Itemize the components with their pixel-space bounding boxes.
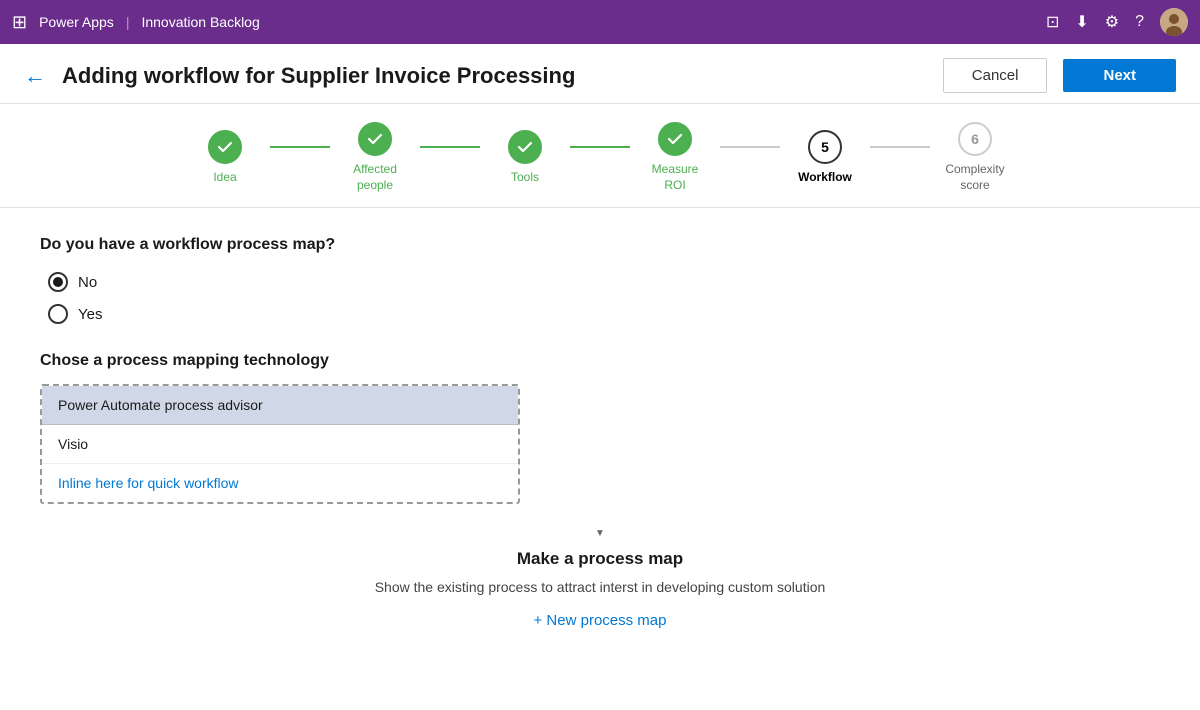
checkmark-icon-2 bbox=[367, 131, 383, 147]
checkmark-icon-4 bbox=[667, 131, 683, 147]
step-idea: Idea bbox=[180, 130, 270, 186]
settings-icon[interactable]: ⚙ bbox=[1105, 12, 1119, 32]
radio-label-no: No bbox=[78, 274, 97, 291]
step-label-idea: Idea bbox=[213, 170, 236, 186]
checkmark-icon-3 bbox=[517, 139, 533, 155]
connector-3 bbox=[570, 146, 630, 148]
step-circle-complexity: 6 bbox=[958, 122, 992, 156]
step-label-roi: Measure ROI bbox=[652, 162, 699, 193]
radio-label-yes: Yes bbox=[78, 306, 102, 323]
app-name: Power Apps bbox=[39, 14, 114, 30]
checkmark-icon bbox=[217, 139, 233, 155]
dropdown-options: Visio Inline here for quick workflow bbox=[42, 425, 518, 502]
grid-icon[interactable]: ⊞ bbox=[12, 12, 27, 33]
new-process-map-button[interactable]: + New process map bbox=[40, 612, 1160, 629]
radio-no[interactable]: No bbox=[48, 272, 1160, 292]
header-row: ← Adding workflow for Supplier Invoice P… bbox=[0, 44, 1200, 104]
step-tools: Tools bbox=[480, 130, 570, 186]
step-label-tools: Tools bbox=[511, 170, 539, 186]
process-map-title: Make a process map bbox=[40, 549, 1160, 569]
step-label-workflow: Workflow bbox=[798, 170, 852, 186]
stepper: Idea Affected people Tools Measure ROI 5… bbox=[0, 104, 1200, 208]
monitor-icon[interactable]: ⊡ bbox=[1046, 12, 1059, 32]
avatar-image bbox=[1160, 8, 1188, 36]
process-mapping-title: Chose a process mapping technology bbox=[40, 352, 1160, 370]
module-name: Innovation Backlog bbox=[141, 14, 259, 30]
topbar: ⊞ Power Apps | Innovation Backlog ⊡ ⬇ ⚙ … bbox=[0, 0, 1200, 44]
workflow-question: Do you have a workflow process map? bbox=[40, 236, 1160, 254]
step-circle-roi bbox=[658, 122, 692, 156]
radio-yes[interactable]: Yes bbox=[48, 304, 1160, 324]
connector-5 bbox=[870, 146, 930, 148]
step-circle-tools bbox=[508, 130, 542, 164]
dropdown-selected[interactable]: Power Automate process advisor bbox=[42, 386, 518, 425]
step-complexity: 6 Complexity score bbox=[930, 122, 1020, 193]
radio-group: No Yes bbox=[48, 272, 1160, 324]
main-content: Do you have a workflow process map? No Y… bbox=[0, 208, 1200, 649]
step-label-affected: Affected people bbox=[353, 162, 397, 193]
dropdown-arrow-indicator bbox=[40, 528, 1160, 539]
step-circle-workflow: 5 bbox=[808, 130, 842, 164]
radio-circle-yes bbox=[48, 304, 68, 324]
cancel-button[interactable]: Cancel bbox=[943, 58, 1048, 93]
step-label-complexity: Complexity score bbox=[945, 162, 1004, 193]
step-circle-affected bbox=[358, 122, 392, 156]
connector-2 bbox=[420, 146, 480, 148]
step-workflow: 5 Workflow bbox=[780, 130, 870, 186]
next-button[interactable]: Next bbox=[1063, 59, 1176, 92]
topbar-right: ⊡ ⬇ ⚙ ? bbox=[1046, 8, 1188, 36]
connector-4 bbox=[720, 146, 780, 148]
connector-1 bbox=[270, 146, 330, 148]
help-icon[interactable]: ? bbox=[1135, 13, 1144, 31]
step-measure-roi: Measure ROI bbox=[630, 122, 720, 193]
avatar[interactable] bbox=[1160, 8, 1188, 36]
process-map-section: Make a process map Show the existing pro… bbox=[40, 549, 1160, 629]
step-circle-idea bbox=[208, 130, 242, 164]
process-map-desc: Show the existing process to attract int… bbox=[40, 577, 1160, 598]
dropdown-option-inline[interactable]: Inline here for quick workflow bbox=[42, 464, 518, 502]
radio-circle-no bbox=[48, 272, 68, 292]
dropdown-container[interactable]: Power Automate process advisor Visio Inl… bbox=[40, 384, 520, 504]
separator: | bbox=[126, 14, 130, 30]
step-affected-people: Affected people bbox=[330, 122, 420, 193]
back-button[interactable]: ← bbox=[24, 63, 46, 89]
page-title: Adding workflow for Supplier Invoice Pro… bbox=[62, 63, 927, 89]
download-icon[interactable]: ⬇ bbox=[1075, 12, 1088, 32]
dropdown-option-visio[interactable]: Visio bbox=[42, 425, 518, 464]
